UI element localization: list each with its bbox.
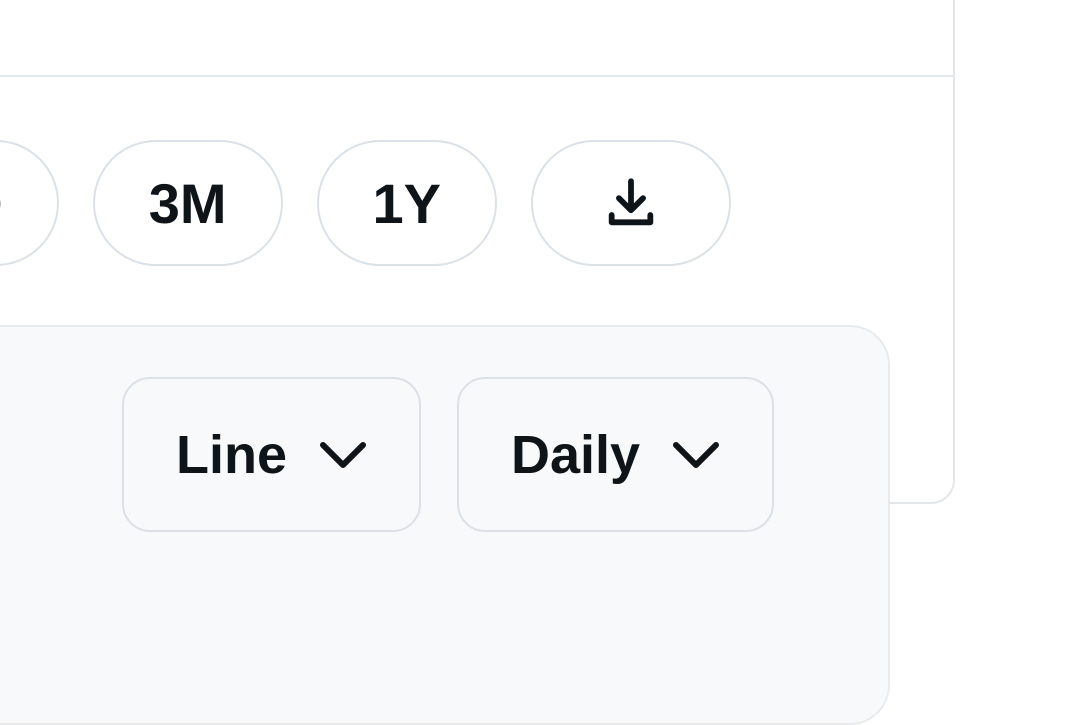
chart-controls-row: Line Daily xyxy=(122,377,774,532)
chevron-down-icon xyxy=(672,440,720,470)
granularity-label: Daily xyxy=(511,424,640,486)
time-range-3m[interactable]: 3M xyxy=(93,140,283,266)
granularity-dropdown[interactable]: Daily xyxy=(457,377,774,532)
chart-type-dropdown[interactable]: Line xyxy=(122,377,421,532)
panel-divider xyxy=(0,75,955,77)
time-range-label: 28D xyxy=(0,171,3,236)
chevron-down-icon xyxy=(319,440,367,470)
time-range-1y[interactable]: 1Y xyxy=(317,140,498,266)
download-button[interactable] xyxy=(531,140,731,266)
time-range-label: 1Y xyxy=(373,171,442,236)
download-icon xyxy=(602,174,660,232)
time-range-row: 28D 3M 1Y xyxy=(0,140,731,266)
chart-card: Line Daily xyxy=(0,325,890,725)
chart-type-label: Line xyxy=(176,424,287,486)
time-range-28d[interactable]: 28D xyxy=(0,140,59,266)
time-range-label: 3M xyxy=(149,171,227,236)
